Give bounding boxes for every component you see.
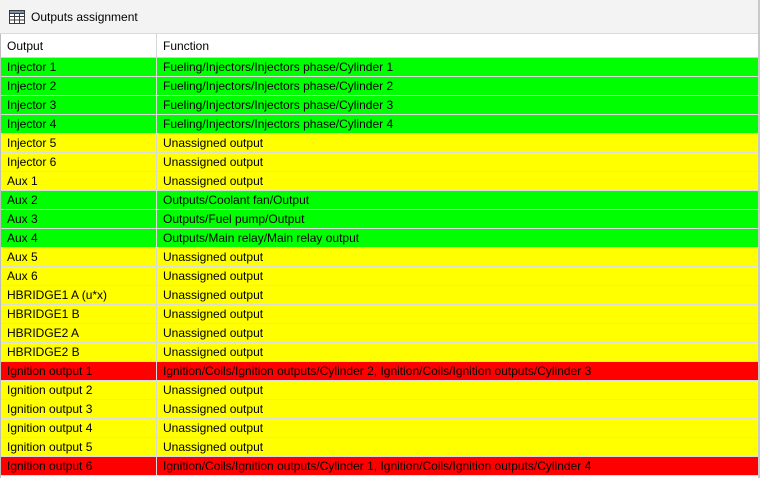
function-cell: Fueling/Injectors/Injectors phase/Cylind…: [163, 117, 394, 131]
table-row[interactable]: Ignition output 6 Ignition/Coils/Ignition…: [1, 457, 758, 476]
column-header-function[interactable]: Function: [157, 34, 758, 57]
function-cell: Unassigned output: [163, 307, 264, 321]
output-cell: Aux 3: [1, 210, 157, 228]
table-row[interactable]: Aux 6 Unassigned output: [1, 267, 758, 286]
output-cell: Injector 5: [1, 134, 157, 152]
output-cell: Ignition output 3: [1, 400, 157, 418]
table-row[interactable]: Aux 5 Unassigned output: [1, 248, 758, 267]
function-cell: Unassigned output: [163, 288, 264, 302]
function-cell: Fueling/Injectors/Injectors phase/Cylind…: [163, 79, 394, 93]
table-row[interactable]: HBRIDGE1 B Unassigned output: [1, 305, 758, 324]
function-cell: Outputs/Fuel pump/Output: [163, 212, 305, 226]
output-cell: Ignition output 6: [1, 457, 157, 475]
function-cell: Unassigned output: [163, 345, 264, 359]
output-cell: Aux 6: [1, 267, 157, 285]
table-row[interactable]: Injector 2 Fueling/Injectors/Injectors ph…: [1, 77, 758, 96]
table-header: Output Function: [1, 34, 758, 58]
function-cell: Unassigned output: [163, 269, 264, 283]
table-body: Injector 1 Fueling/Injectors/Injectors ph…: [1, 58, 758, 476]
table-row[interactable]: Ignition output 2 Unassigned output: [1, 381, 758, 400]
output-cell: Injector 1: [1, 58, 157, 76]
table-row[interactable]: Aux 3 Outputs/Fuel pump/Output: [1, 210, 758, 229]
output-cell: Ignition output 4: [1, 419, 157, 437]
output-cell: Aux 5: [1, 248, 157, 266]
function-cell: Unassigned output: [163, 440, 264, 454]
output-cell: Injector 6: [1, 153, 157, 171]
function-cell: Unassigned output: [163, 155, 264, 169]
output-cell: Aux 4: [1, 229, 157, 247]
output-cell: Injector 4: [1, 115, 157, 133]
output-cell: HBRIDGE1 A (u*x): [1, 286, 157, 304]
output-cell: Ignition output 5: [1, 438, 157, 456]
function-cell: Unassigned output: [163, 250, 264, 264]
table-row[interactable]: Aux 1 Unassigned output: [1, 172, 758, 191]
table-row[interactable]: Injector 3 Fueling/Injectors/Injectors ph…: [1, 96, 758, 115]
window-title: Outputs assignment: [31, 9, 138, 24]
column-header-output[interactable]: Output: [1, 34, 157, 57]
table-row[interactable]: Injector 5 Unassigned output: [1, 134, 758, 153]
function-cell: Unassigned output: [163, 174, 264, 188]
table-row[interactable]: HBRIDGE1 A (u*x) Unassigned output: [1, 286, 758, 305]
function-cell: Unassigned output: [163, 326, 264, 340]
function-cell: Outputs/Coolant fan/Output: [163, 193, 310, 207]
function-cell: Fueling/Injectors/Injectors phase/Cylind…: [163, 98, 394, 112]
function-cell: Fueling/Injectors/Injectors phase/Cylind…: [163, 60, 394, 74]
output-cell: HBRIDGE2 A: [1, 324, 157, 342]
title-bar[interactable]: Outputs assignment: [0, 0, 758, 34]
output-cell: Aux 1: [1, 172, 157, 190]
function-cell: Unassigned output: [163, 136, 264, 150]
table-row[interactable]: Injector 1 Fueling/Injectors/Injectors ph…: [1, 58, 758, 77]
function-cell: Unassigned output: [163, 383, 264, 397]
table-row[interactable]: Injector 4 Fueling/Injectors/Injectors ph…: [1, 115, 758, 134]
function-cell: Ignition/Coils/Ignition outputs/Cylinder…: [163, 364, 592, 378]
output-cell: Ignition output 1: [1, 362, 157, 380]
function-cell: Unassigned output: [163, 421, 264, 435]
output-cell: Ignition output 2: [1, 381, 157, 399]
table-row[interactable]: Injector 6 Unassigned output: [1, 153, 758, 172]
output-cell: HBRIDGE2 B: [1, 343, 157, 361]
table-row[interactable]: HBRIDGE2 A Unassigned output: [1, 324, 758, 343]
outputs-table: Output Function Injector 1 Fueling/Inject…: [0, 34, 758, 478]
output-cell: Aux 2: [1, 191, 157, 209]
table-row[interactable]: Ignition output 1 Ignition/Coils/Ignition…: [1, 362, 758, 381]
function-cell: Outputs/Main relay/Main relay output: [163, 231, 360, 245]
output-cell: HBRIDGE1 B: [1, 305, 157, 323]
table-row[interactable]: Ignition output 4 Unassigned output: [1, 419, 758, 438]
table-row[interactable]: Aux 4 Outputs/Main relay/Main relay outpu…: [1, 229, 758, 248]
table-row[interactable]: HBRIDGE2 B Unassigned output: [1, 343, 758, 362]
output-cell: Injector 2: [1, 77, 157, 95]
outputs-assignment-window: Outputs assignment Output Function Injec…: [0, 0, 760, 478]
output-cell: Injector 3: [1, 96, 157, 114]
table-icon: [9, 9, 25, 24]
function-cell: Unassigned output: [163, 402, 264, 416]
function-cell: Ignition/Coils/Ignition outputs/Cylinder…: [163, 459, 592, 473]
table-row[interactable]: Ignition output 5 Unassigned output: [1, 438, 758, 457]
table-row[interactable]: Aux 2 Outputs/Coolant fan/Output: [1, 191, 758, 210]
table-row[interactable]: Ignition output 3 Unassigned output: [1, 400, 758, 419]
